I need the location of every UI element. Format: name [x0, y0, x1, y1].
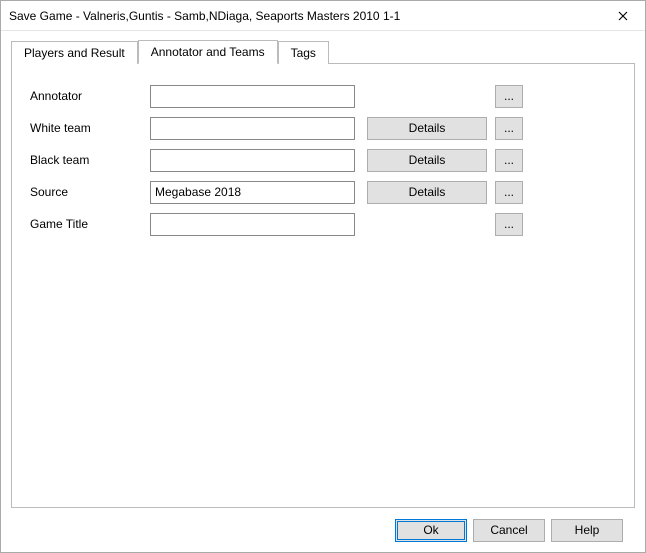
details-black-team-button[interactable]: Details	[367, 149, 487, 172]
row-black-team: Black team Details ...	[30, 148, 616, 172]
client-area: Players and Result Annotator and Teams T…	[1, 31, 645, 552]
label-black-team: Black team	[30, 153, 150, 167]
input-game-title[interactable]	[150, 213, 355, 236]
ok-button[interactable]: Ok	[395, 519, 467, 542]
browse-source-button[interactable]: ...	[495, 181, 523, 204]
input-white-team[interactable]	[150, 117, 355, 140]
browse-game-title-button[interactable]: ...	[495, 213, 523, 236]
titlebar: Save Game - Valneris,Guntis - Samb,NDiag…	[1, 1, 645, 31]
row-annotator: Annotator ...	[30, 84, 616, 108]
close-icon	[618, 11, 628, 21]
input-annotator[interactable]	[150, 85, 355, 108]
tab-panel: Annotator ... White team Details ... Bla…	[11, 63, 635, 508]
browse-white-team-button[interactable]: ...	[495, 117, 523, 140]
label-source: Source	[30, 185, 150, 199]
details-source-button[interactable]: Details	[367, 181, 487, 204]
details-white-team-button[interactable]: Details	[367, 117, 487, 140]
close-button[interactable]	[601, 1, 645, 31]
tab-strip: Players and Result Annotator and Teams T…	[11, 39, 635, 63]
label-game-title: Game Title	[30, 217, 150, 231]
label-white-team: White team	[30, 121, 150, 135]
dialog-window: Save Game - Valneris,Guntis - Samb,NDiag…	[0, 0, 646, 553]
browse-black-team-button[interactable]: ...	[495, 149, 523, 172]
tab-annotator-and-teams[interactable]: Annotator and Teams	[138, 40, 278, 64]
dialog-footer: Ok Cancel Help	[11, 508, 635, 552]
cancel-button[interactable]: Cancel	[473, 519, 545, 542]
row-game-title: Game Title ...	[30, 212, 616, 236]
tab-players-and-result[interactable]: Players and Result	[11, 41, 138, 64]
input-source[interactable]	[150, 181, 355, 204]
input-black-team[interactable]	[150, 149, 355, 172]
help-button[interactable]: Help	[551, 519, 623, 542]
browse-annotator-button[interactable]: ...	[495, 85, 523, 108]
label-annotator: Annotator	[30, 89, 150, 103]
row-white-team: White team Details ...	[30, 116, 616, 140]
window-title: Save Game - Valneris,Guntis - Samb,NDiag…	[9, 9, 601, 23]
row-source: Source Details ...	[30, 180, 616, 204]
tab-tags[interactable]: Tags	[278, 41, 329, 64]
